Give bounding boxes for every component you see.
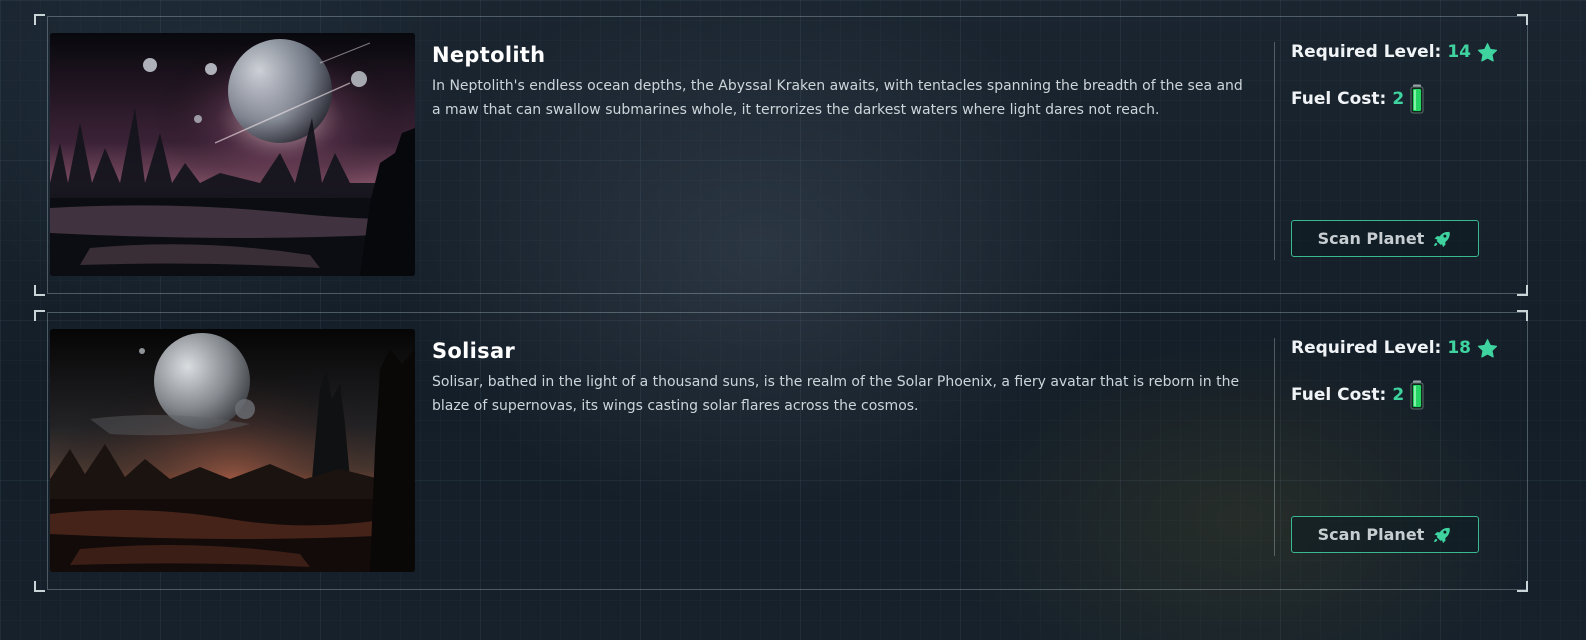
required-level: Required Level: 14 (1291, 40, 1511, 64)
vertical-divider (1274, 338, 1275, 556)
required-level-value: 14 (1447, 42, 1471, 62)
planet-image (50, 33, 415, 276)
star-icon (1477, 42, 1498, 63)
planet-card-neptolith: Neptolith In Neptolith's endless ocean d… (34, 14, 1528, 296)
planet-image (50, 329, 415, 572)
scan-planet-button[interactable]: Scan Planet (1291, 220, 1479, 257)
frame-corner (1517, 310, 1528, 321)
scan-planet-label: Scan Planet (1317, 229, 1425, 248)
required-level-value: 18 (1447, 338, 1471, 358)
planet-card-solisar: Solisar Solisar, bathed in the light of … (34, 310, 1528, 592)
vertical-divider (1274, 42, 1275, 260)
scan-planet-button[interactable]: Scan Planet (1291, 516, 1479, 553)
planet-name: Solisar (432, 339, 516, 363)
frame-corner (1517, 14, 1528, 25)
required-level: Required Level: 18 (1291, 336, 1511, 360)
frame-corner (34, 285, 45, 296)
fuel-cost: Fuel Cost: 2 (1291, 380, 1511, 410)
planet-name: Neptolith (432, 43, 546, 67)
frame-corner (34, 14, 45, 25)
required-level-label: Required Level: (1291, 42, 1442, 62)
frame-corner (34, 581, 45, 592)
planet-info: Solisar Solisar, bathed in the light of … (432, 338, 1252, 418)
fuel-cost-value: 2 (1392, 385, 1405, 405)
fuel-cost: Fuel Cost: 2 (1291, 84, 1511, 114)
rocket-icon (1432, 229, 1452, 249)
fuel-cost-label: Fuel Cost: (1291, 385, 1387, 405)
scan-planet-label: Scan Planet (1317, 525, 1425, 544)
planet-stats: Required Level: 18 Fuel Cost: 2 (1291, 336, 1511, 410)
planet-description: In Neptolith's endless ocean depths, the… (432, 78, 1243, 118)
fuel-cost-value: 2 (1392, 89, 1405, 109)
planet-info: Neptolith In Neptolith's endless ocean d… (432, 42, 1252, 122)
fuel-canister-icon (1410, 84, 1424, 114)
planet-stats: Required Level: 14 Fuel Cost: 2 (1291, 40, 1511, 114)
rocket-icon (1432, 525, 1452, 545)
frame-corner (1517, 581, 1528, 592)
required-level-label: Required Level: (1291, 338, 1442, 358)
star-icon (1477, 338, 1498, 359)
fuel-canister-icon (1410, 380, 1424, 410)
fuel-cost-label: Fuel Cost: (1291, 89, 1387, 109)
frame-corner (1517, 285, 1528, 296)
planet-description: Solisar, bathed in the light of a thousa… (432, 374, 1240, 414)
frame-corner (34, 310, 45, 321)
